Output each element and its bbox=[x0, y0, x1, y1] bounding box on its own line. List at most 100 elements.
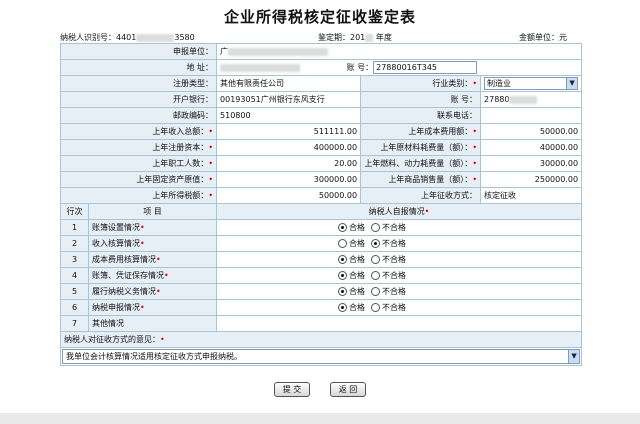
amount-unit: 金额单位：元 bbox=[519, 33, 567, 42]
fin-right-value[interactable]: 30000.00 bbox=[480, 155, 583, 172]
row-postcode: 邮政编码： 510800 联系电话： bbox=[59, 107, 583, 124]
pass-option[interactable]: 合格 bbox=[338, 239, 365, 248]
postcode-field[interactable]: 510800 bbox=[216, 107, 362, 124]
check-row: 5 履行纳税义务情况• 合格 不合格 bbox=[60, 283, 583, 300]
check-options: 合格 不合格 bbox=[216, 299, 583, 316]
account-input[interactable]: 27880016T345 bbox=[373, 61, 478, 74]
check-label: 成本费用核算情况• bbox=[87, 251, 218, 268]
check-row-other: 7 其他情况 bbox=[60, 315, 583, 332]
chevron-down-icon[interactable]: ▼ bbox=[568, 350, 580, 363]
fin-left-label: 上年职工人数：• bbox=[59, 155, 218, 172]
row-financial-1: 上年收入总额：• 511111.00 上年成本费用额：• 50000.00 bbox=[59, 123, 583, 140]
opinion-select[interactable]: 我单位会计核算情况适用核定征收方式申报纳税。 ▼ bbox=[62, 349, 581, 364]
tax-value[interactable]: 50000.00 bbox=[216, 187, 362, 204]
fail-option[interactable]: 不合格 bbox=[371, 239, 406, 248]
fin-right-value[interactable]: 50000.00 bbox=[480, 123, 583, 140]
check-row: 4 账簿、凭证保存情况• 合格 不合格 bbox=[60, 267, 583, 284]
radio-icon[interactable] bbox=[338, 271, 348, 280]
row-financial-3: 上年职工人数：• 20.00 上年燃料、动力耗费量（额）：• 30000.00 bbox=[59, 155, 583, 172]
redacted-block bbox=[136, 33, 175, 42]
radio-icon[interactable] bbox=[338, 287, 348, 296]
check-options: 合格 不合格 bbox=[216, 267, 583, 284]
fin-right-value[interactable]: 40000.00 bbox=[480, 139, 583, 156]
check-header-row: 行次 项 目 纳税人自报情况• bbox=[60, 203, 583, 220]
row-reg-type: 注册类型： 其他有限责任公司 行业类别：• 制造业 ▼ bbox=[59, 75, 583, 92]
account2-label: 账 号： bbox=[360, 91, 482, 108]
row-applicant: 申报单位： 广 bbox=[59, 43, 583, 60]
radio-icon[interactable] bbox=[371, 287, 381, 296]
check-index: 7 bbox=[60, 315, 89, 332]
fin-right-value[interactable]: 250000.00 bbox=[480, 171, 583, 188]
fail-option[interactable]: 不合格 bbox=[371, 255, 406, 264]
phone-label: 联系电话： bbox=[360, 107, 482, 124]
row-last-year-tax: 上年所得税额：• 50000.00 上年征收方式： 核定征收 bbox=[59, 187, 583, 204]
radio-icon[interactable] bbox=[371, 303, 381, 312]
check-label: 收入核算情况• bbox=[87, 235, 218, 252]
item-header: 项 目 bbox=[87, 203, 218, 220]
radio-icon[interactable] bbox=[338, 255, 348, 264]
radio-icon[interactable] bbox=[371, 239, 381, 248]
radio-icon[interactable] bbox=[338, 303, 348, 312]
industry-label: 行业类别：• bbox=[360, 75, 482, 92]
check-index: 6 bbox=[60, 299, 89, 316]
tax-label: 上年所得税额：• bbox=[59, 187, 218, 204]
check-row: 6 纳税申报情况• 合格 不合格 bbox=[60, 299, 583, 316]
opinion-cell: 我单位会计核算情况适用核定征收方式申报纳税。 ▼ bbox=[59, 347, 583, 366]
fail-option[interactable]: 不合格 bbox=[371, 303, 406, 312]
other-field[interactable] bbox=[216, 315, 583, 332]
bank-label: 开户银行： bbox=[59, 91, 218, 108]
check-label: 履行纳税义务情况• bbox=[87, 283, 218, 300]
redacted-block bbox=[365, 33, 374, 42]
radio-icon[interactable] bbox=[371, 255, 381, 264]
check-index: 3 bbox=[60, 251, 89, 268]
applicant-field[interactable]: 广 bbox=[216, 43, 583, 60]
row-address: 地 址： 账 号： 27880016T345 bbox=[59, 59, 583, 76]
address-field[interactable]: 账 号： 27880016T345 bbox=[216, 59, 583, 76]
fail-option[interactable]: 不合格 bbox=[371, 287, 406, 296]
fin-left-value[interactable]: 20.00 bbox=[216, 155, 362, 172]
industry-select[interactable]: 制造业 ▼ bbox=[484, 77, 579, 90]
applicant-label: 申报单位： bbox=[59, 43, 218, 60]
opinion-label-row: 纳税人对征收方式的意见：• bbox=[59, 331, 583, 348]
fin-right-label: 上年原材料耗费量（额）：• bbox=[360, 139, 482, 156]
check-options: 合格 不合格 bbox=[216, 283, 583, 300]
check-row: 2 收入核算情况• 合格 不合格 bbox=[60, 235, 583, 252]
pass-option[interactable]: 合格 bbox=[338, 255, 365, 264]
fin-right-label: 上年成本费用额：• bbox=[360, 123, 482, 140]
fin-left-value[interactable]: 400000.00 bbox=[216, 139, 362, 156]
fin-left-label: 上年收入总额：• bbox=[59, 123, 218, 140]
pass-option[interactable]: 合格 bbox=[338, 303, 365, 312]
phone-field[interactable] bbox=[480, 107, 583, 124]
fin-right-label: 上年燃料、动力耗费量（额）：• bbox=[360, 155, 482, 172]
pass-option[interactable]: 合格 bbox=[338, 223, 365, 232]
radio-icon[interactable] bbox=[338, 239, 348, 248]
check-index: 4 bbox=[60, 267, 89, 284]
pass-option[interactable]: 合格 bbox=[338, 271, 365, 280]
taxpayer-id-suffix: 3580 bbox=[174, 33, 195, 42]
radio-icon[interactable] bbox=[338, 223, 348, 232]
check-options: 合格 不合格 bbox=[216, 235, 583, 252]
reg-type-label: 注册类型： bbox=[59, 75, 218, 92]
postcode-label: 邮政编码： bbox=[59, 107, 218, 124]
submit-button[interactable]: 提 交 bbox=[274, 382, 310, 397]
chevron-down-icon[interactable]: ▼ bbox=[566, 78, 578, 89]
period-label: 鉴定期： bbox=[318, 33, 350, 42]
fin-left-value[interactable]: 511111.00 bbox=[216, 123, 362, 140]
applicant-value: 广 bbox=[220, 47, 229, 56]
back-button[interactable]: 返 回 bbox=[330, 382, 366, 397]
account2-field[interactable]: 27880 bbox=[480, 91, 583, 108]
collect-method-value: 核定征收 bbox=[480, 187, 583, 204]
row-financial-4: 上年固定资产原值：• 300000.00 上年商品销售量（额）：• 250000… bbox=[59, 171, 583, 188]
fin-left-value[interactable]: 300000.00 bbox=[216, 171, 362, 188]
fail-option[interactable]: 不合格 bbox=[371, 271, 406, 280]
check-label: 账簿设置情况• bbox=[87, 219, 218, 236]
radio-icon[interactable] bbox=[371, 223, 381, 232]
fin-right-label: 上年商品销售量（额）：• bbox=[360, 171, 482, 188]
fail-option[interactable]: 不合格 bbox=[371, 223, 406, 232]
radio-icon[interactable] bbox=[371, 271, 381, 280]
appraisal-form-table: 申报单位： 广 地 址： 账 号： 27880016T345 注册类型： 其他有限… bbox=[59, 43, 583, 366]
bank-value: 00193051广州银行东风支行 bbox=[216, 91, 362, 108]
check-row: 1 账簿设置情况• 合格 不合格 bbox=[60, 219, 583, 236]
pass-option[interactable]: 合格 bbox=[338, 287, 365, 296]
fin-left-label: 上年注册资本：• bbox=[59, 139, 218, 156]
